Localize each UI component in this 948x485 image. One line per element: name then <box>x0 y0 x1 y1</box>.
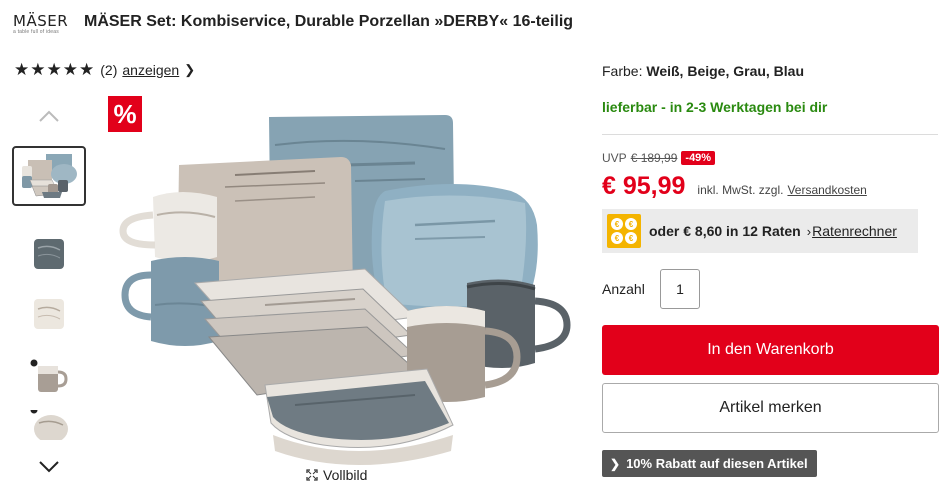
delivery-status: lieferbar - in 2-3 Werktagen bei dir <box>602 99 828 115</box>
coupon-button[interactable]: ❯ 10% Rabatt auf diesen Artikel <box>602 450 817 477</box>
expand-icon <box>306 469 318 481</box>
thumbnail-image <box>22 154 77 198</box>
main-product-image[interactable] <box>115 105 585 480</box>
quantity-input[interactable] <box>660 269 700 309</box>
uvp-row: UVP € 189,99 -49% <box>602 151 716 165</box>
star-icon: ★ <box>79 60 95 79</box>
thumbnail-image <box>34 239 64 269</box>
fullscreen-button[interactable]: Vollbild <box>302 466 372 484</box>
thumbnail-image <box>30 410 68 440</box>
uvp-label: UVP <box>602 151 627 165</box>
coins-icon: € € € € <box>607 214 641 248</box>
star-icon: ★ <box>62 60 78 79</box>
current-price: € 95,99 <box>602 172 686 200</box>
thumbnail-4[interactable] <box>12 348 86 408</box>
tax-note: inkl. MwSt. zzgl. <box>697 183 784 197</box>
shipping-costs-link[interactable]: Versandkosten <box>787 183 866 197</box>
chevron-up-icon[interactable] <box>37 108 61 124</box>
thumbnail-2[interactable] <box>12 224 86 284</box>
color-value: Weiß, Beige, Grau, Blau <box>646 63 805 79</box>
review-count: (2) <box>100 61 118 78</box>
color-info: Farbe: Weiß, Beige, Grau, Blau <box>602 63 804 79</box>
star-icon: ★ <box>30 60 46 79</box>
thumbnail-1[interactable] <box>12 146 86 206</box>
thumbnail-image <box>30 359 68 392</box>
thumbnail-3[interactable] <box>12 284 86 344</box>
thumbnail-5[interactable] <box>12 410 86 440</box>
quantity-label: Anzahl <box>602 281 645 297</box>
price-row: € 95,99 inkl. MwSt. zzgl. Versandkosten <box>602 172 867 201</box>
chevron-down-icon[interactable] <box>37 458 61 474</box>
installment-calculator-link[interactable]: Ratenrechner <box>812 223 897 239</box>
chevron-right-icon: ❯ <box>184 61 196 77</box>
brand-logo[interactable]: MÄSER a table full of ideas <box>13 12 73 35</box>
thumbnail-image <box>34 299 64 329</box>
star-icon: ★ <box>46 60 62 79</box>
chevron-right-icon: ❯ <box>610 456 621 471</box>
color-label: Farbe: <box>602 63 643 79</box>
sale-badge: % <box>108 96 142 132</box>
star-icon: ★ <box>14 60 30 79</box>
reviews-link[interactable]: anzeigen <box>122 62 179 78</box>
coupon-label: 10% Rabatt auf diesen Artikel <box>626 456 808 471</box>
discount-badge: -49% <box>681 151 716 165</box>
installment-box: € € € € oder € 8,60 in 12 Raten › Ratenrech… <box>602 209 918 253</box>
add-to-cart-button[interactable]: In den Warenkorb <box>602 325 939 375</box>
chevron-right-icon: › <box>806 223 812 239</box>
star-rating: ★ ★ ★ ★ ★ <box>14 61 94 78</box>
uvp-old-price: € 189,99 <box>630 151 678 165</box>
fullscreen-label: Vollbild <box>323 467 368 483</box>
product-title: MÄSER Set: Kombiservice, Durable Porzell… <box>84 13 574 30</box>
divider <box>602 134 938 135</box>
installment-text: oder € 8,60 in 12 Raten <box>649 223 801 239</box>
thumbnail-gallery <box>10 100 90 480</box>
brand-name: MÄSER <box>13 12 69 30</box>
rating-summary: ★ ★ ★ ★ ★ (2) anzeigen ❯ <box>14 61 195 78</box>
wishlist-button[interactable]: Artikel merken <box>602 383 939 433</box>
